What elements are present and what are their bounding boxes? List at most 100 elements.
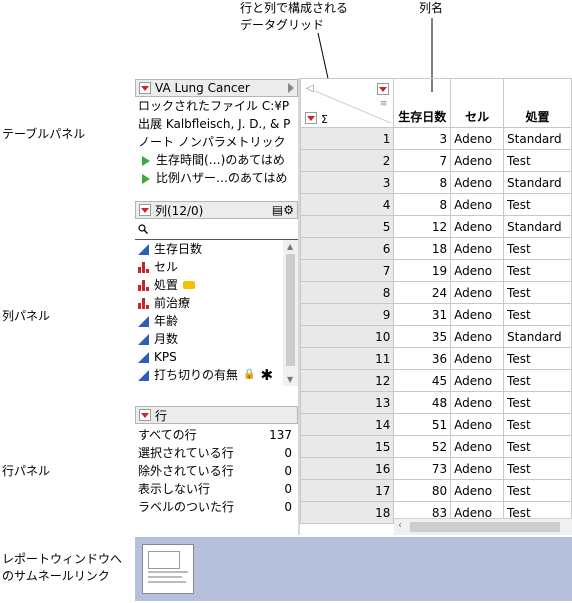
cell-cell-type[interactable]: Adeno xyxy=(450,127,505,150)
table-row[interactable]: 6 18 Adeno Test xyxy=(299,237,572,260)
cell-survival-days[interactable]: 52 xyxy=(393,435,452,458)
cell-survival-days[interactable]: 73 xyxy=(393,457,452,480)
cell-cell-type[interactable]: Adeno xyxy=(450,479,505,502)
table-row[interactable]: 16 73 Adeno Test xyxy=(299,457,572,480)
rows-labeled[interactable]: ラベルのついた行 0 xyxy=(138,498,292,516)
row-number[interactable]: 18 xyxy=(299,501,395,524)
cell-treatment[interactable]: Standard xyxy=(503,171,572,194)
cell-survival-days[interactable]: 12 xyxy=(393,215,452,238)
row-number[interactable]: 14 xyxy=(299,413,395,436)
grid-horizontal-scrollbar[interactable]: ‹ xyxy=(394,518,572,535)
cell-cell-type[interactable]: Adeno xyxy=(450,347,505,370)
column-item-survival-days[interactable]: 生存日数 xyxy=(135,240,298,258)
row-number[interactable]: 15 xyxy=(299,435,395,458)
table-script-2[interactable]: 比例ハザー…のあてはめ xyxy=(135,169,298,187)
cell-survival-days[interactable]: 7 xyxy=(393,149,452,172)
row-number[interactable]: 7 xyxy=(299,259,395,282)
rows-excluded[interactable]: 除外されている行 0 xyxy=(138,462,292,480)
cell-treatment[interactable]: Standard xyxy=(503,215,572,238)
columns-search-box[interactable] xyxy=(135,219,298,240)
cell-treatment[interactable]: Standard xyxy=(503,127,572,150)
scroll-up-icon[interactable]: ▲ xyxy=(287,242,293,251)
row-number[interactable]: 3 xyxy=(299,171,395,194)
table-row[interactable]: 8 24 Adeno Test xyxy=(299,281,572,304)
scrollbar-thumb[interactable] xyxy=(286,254,295,366)
cell-treatment[interactable]: Test xyxy=(503,237,572,260)
table-row[interactable]: 2 7 Adeno Test xyxy=(299,149,572,172)
cell-survival-days[interactable]: 8 xyxy=(393,171,452,194)
cell-survival-days[interactable]: 19 xyxy=(393,259,452,282)
cell-treatment[interactable]: Test xyxy=(503,479,572,502)
table-row[interactable]: 7 19 Adeno Test xyxy=(299,259,572,282)
row-number[interactable]: 1 xyxy=(299,127,395,150)
table-row[interactable]: 13 48 Adeno Test xyxy=(299,391,572,414)
column-item-age[interactable]: 年齢 xyxy=(135,312,298,330)
cell-cell-type[interactable]: Adeno xyxy=(450,237,505,260)
table-row[interactable]: 12 45 Adeno Test xyxy=(299,369,572,392)
column-item-months[interactable]: 月数 xyxy=(135,330,298,348)
column-item-prior-therapy[interactable]: 前治療 xyxy=(135,294,298,312)
cell-survival-days[interactable]: 80 xyxy=(393,479,452,502)
red-triangle-menu-icon[interactable] xyxy=(139,82,151,94)
row-number[interactable]: 4 xyxy=(299,193,395,216)
grid-corner[interactable]: ◁ ≡ Σ xyxy=(299,78,395,128)
cell-cell-type[interactable]: Adeno xyxy=(450,149,505,172)
scroll-left-icon[interactable]: ‹ xyxy=(398,520,402,531)
column-header-treatment[interactable]: 処置 xyxy=(503,78,572,128)
collapse-arrow-icon[interactable] xyxy=(288,83,294,93)
cell-cell-type[interactable]: Adeno xyxy=(450,413,505,436)
row-number[interactable]: 8 xyxy=(299,281,395,304)
table-script-1[interactable]: 生存時間(…)のあてはめ xyxy=(135,151,298,169)
red-triangle-menu-icon[interactable] xyxy=(139,204,151,216)
run-script-icon[interactable] xyxy=(142,155,150,166)
run-script-icon[interactable] xyxy=(142,173,150,184)
row-number[interactable]: 13 xyxy=(299,391,395,414)
cell-survival-days[interactable]: 45 xyxy=(393,369,452,392)
table-row[interactable]: 15 52 Adeno Test xyxy=(299,435,572,458)
rows-hidden[interactable]: 表示しない行 0 xyxy=(138,480,292,498)
scroll-down-icon[interactable]: ▼ xyxy=(287,375,293,384)
table-row[interactable]: 4 8 Adeno Test xyxy=(299,193,572,216)
column-item-kps[interactable]: KPS xyxy=(135,348,298,366)
cell-cell-type[interactable]: Adeno xyxy=(450,391,505,414)
cell-treatment[interactable]: Standard xyxy=(503,325,572,348)
cell-treatment[interactable]: Test xyxy=(503,303,572,326)
cell-cell-type[interactable]: Adeno xyxy=(450,303,505,326)
row-number[interactable]: 17 xyxy=(299,479,395,502)
row-number[interactable]: 5 xyxy=(299,215,395,238)
rows-selected[interactable]: 選択されている行 0 xyxy=(138,444,292,462)
cell-survival-days[interactable]: 35 xyxy=(393,325,452,348)
row-number[interactable]: 2 xyxy=(299,149,395,172)
column-item-treatment[interactable]: 処置 xyxy=(135,276,298,294)
table-row[interactable]: 3 8 Adeno Standard xyxy=(299,171,572,194)
column-header-survival-days[interactable]: 生存日数 xyxy=(393,78,452,128)
cell-cell-type[interactable]: Adeno xyxy=(450,171,505,194)
table-row[interactable]: 9 31 Adeno Test xyxy=(299,303,572,326)
cell-survival-days[interactable]: 51 xyxy=(393,413,452,436)
cell-treatment[interactable]: Test xyxy=(503,369,572,392)
column-item-cell[interactable]: セル xyxy=(135,258,298,276)
row-number[interactable]: 11 xyxy=(299,347,395,370)
cell-cell-type[interactable]: Adeno xyxy=(450,281,505,304)
column-header-cell[interactable]: セル xyxy=(450,78,505,128)
table-row[interactable]: 10 35 Adeno Standard xyxy=(299,325,572,348)
cell-cell-type[interactable]: Adeno xyxy=(450,215,505,238)
rows-all[interactable]: すべての行 137 xyxy=(138,426,292,444)
cell-treatment[interactable]: Test xyxy=(503,259,572,282)
cell-treatment[interactable]: Test xyxy=(503,435,572,458)
table-row[interactable]: 14 51 Adeno Test xyxy=(299,413,572,436)
scrollbar-thumb[interactable] xyxy=(410,522,560,532)
cell-survival-days[interactable]: 31 xyxy=(393,303,452,326)
cell-cell-type[interactable]: Adeno xyxy=(450,193,505,216)
cell-cell-type[interactable]: Adeno xyxy=(450,259,505,282)
cell-treatment[interactable]: Test xyxy=(503,149,572,172)
row-number[interactable]: 6 xyxy=(299,237,395,260)
cell-survival-days[interactable]: 18 xyxy=(393,237,452,260)
cell-survival-days[interactable]: 48 xyxy=(393,391,452,414)
cell-survival-days[interactable]: 8 xyxy=(393,193,452,216)
row-number[interactable]: 9 xyxy=(299,303,395,326)
table-row[interactable]: 1 3 Adeno Standard xyxy=(299,127,572,150)
cell-treatment[interactable]: Test xyxy=(503,281,572,304)
cell-cell-type[interactable]: Adeno xyxy=(450,325,505,348)
cell-treatment[interactable]: Test xyxy=(503,413,572,436)
